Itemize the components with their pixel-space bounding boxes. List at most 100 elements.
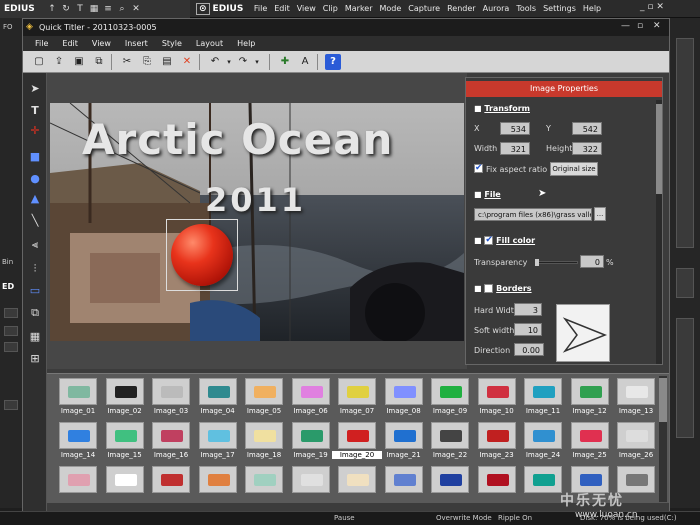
height-field[interactable]: 322 [572, 142, 602, 155]
browse-file-button[interactable]: ... [594, 207, 606, 221]
gallery-thumbnail[interactable] [570, 466, 609, 493]
help-button[interactable]: ? [325, 54, 341, 70]
gallery-thumbnail[interactable] [431, 422, 469, 449]
paste-icon[interactable]: ▤ [159, 54, 175, 70]
collapse-icon[interactable]: ■ [474, 190, 482, 199]
edius-menu-settings[interactable]: Settings [543, 4, 576, 13]
titler-menu-file[interactable]: File [35, 39, 48, 48]
gallery-thumbnail[interactable] [105, 378, 144, 405]
titler-menu-help[interactable]: Help [237, 39, 255, 48]
fill-color-checkbox[interactable] [484, 235, 494, 245]
list-icon[interactable]: ≡ [102, 3, 114, 15]
align-left-icon[interactable]: ⫷ [27, 237, 43, 253]
gallery-thumbnail[interactable] [384, 378, 423, 405]
arrange-icon[interactable]: ⧉ [27, 305, 43, 321]
edius-menu-aurora[interactable]: Aurora [483, 4, 510, 13]
gallery-thumbnail[interactable] [431, 466, 469, 493]
gallery-scrollbar[interactable] [659, 376, 667, 502]
select-arrow-icon[interactable]: ➤ [27, 81, 43, 97]
gallery-thumbnail[interactable] [338, 466, 376, 493]
gallery-thumbnail[interactable] [105, 466, 144, 493]
gallery-thumbnail[interactable] [198, 378, 237, 405]
borders-section-title[interactable]: ■ Borders [474, 284, 532, 293]
edius-window-controls[interactable]: _ ▫ ✕ [640, 2, 664, 12]
edius-menu-view[interactable]: View [297, 4, 316, 13]
gallery-thumbnail[interactable] [291, 378, 330, 405]
title-text-year[interactable]: 2011 [205, 181, 306, 219]
width-field[interactable]: 321 [500, 142, 530, 155]
gallery-scrollbar-thumb[interactable] [659, 378, 667, 422]
align-center-icon[interactable]: ⫶ [27, 261, 43, 277]
titler-menu-insert[interactable]: Insert [125, 39, 148, 48]
direction-field[interactable]: 0.00 [514, 343, 544, 356]
properties-scrollbar[interactable] [656, 100, 662, 364]
fill-color-section-title[interactable]: ■ Fill color [474, 235, 535, 245]
fix-aspect-checkbox[interactable] [474, 163, 483, 173]
gallery-thumbnail[interactable] [152, 378, 190, 405]
gallery-thumbnail[interactable] [291, 466, 330, 493]
line-tool-icon[interactable]: ╲ [27, 213, 43, 229]
original-size-button[interactable]: Original size [550, 162, 598, 176]
gallery-thumbnail[interactable] [384, 422, 423, 449]
effect-list[interactable] [676, 38, 694, 248]
track-button[interactable] [4, 308, 18, 318]
gallery-thumbnail[interactable] [524, 378, 562, 405]
properties-scrollbar-thumb[interactable] [656, 104, 662, 194]
minimize-icon[interactable]: — [621, 21, 630, 31]
transparency-slider-handle[interactable] [535, 259, 539, 266]
file-path-field[interactable]: c:\program files (x86)\grass valley [474, 208, 592, 221]
edius-menu-capture[interactable]: Capture [408, 4, 440, 13]
maximize-icon[interactable]: ▫ [637, 21, 643, 31]
edius-menu-edit[interactable]: Edit [274, 4, 290, 13]
track-button[interactable] [4, 326, 18, 336]
gallery-thumbnail[interactable] [245, 378, 283, 405]
track-button[interactable] [4, 400, 18, 410]
panel-button[interactable] [676, 268, 694, 298]
x-field[interactable]: 534 [500, 122, 530, 135]
gallery-thumbnail[interactable] [431, 378, 469, 405]
gallery-thumbnail[interactable] [477, 422, 516, 449]
transform-section-title[interactable]: ■ Transform [474, 104, 530, 113]
open-file-icon[interactable]: ⇪ [51, 54, 67, 70]
hard-width-field[interactable]: 3 [514, 303, 542, 316]
edius-menu-render[interactable]: Render [447, 4, 475, 13]
red-sphere-image[interactable] [171, 224, 233, 286]
redo-dropdown-icon[interactable]: ▾ [249, 54, 265, 70]
gallery-thumbnail[interactable] [524, 422, 562, 449]
edius-menu-mode[interactable]: Mode [380, 4, 402, 13]
copy-icon[interactable]: ⎘ [139, 54, 155, 70]
gallery-thumbnail[interactable] [59, 466, 97, 493]
gallery-thumbnail[interactable] [617, 422, 655, 449]
titler-menu-view[interactable]: View [92, 39, 111, 48]
edius-menu-clip[interactable]: Clip [323, 4, 338, 13]
layout-icon[interactable]: ▭ [27, 283, 43, 299]
collapse-icon[interactable]: ■ [474, 284, 482, 293]
gallery-thumbnail[interactable] [617, 378, 655, 405]
titler-menu-edit[interactable]: Edit [62, 39, 78, 48]
gallery-thumbnail[interactable] [477, 466, 516, 493]
gallery-thumbnail[interactable] [152, 466, 190, 493]
close-icon[interactable]: ✕ [653, 21, 661, 31]
triangle-tool-icon[interactable]: ▲ [27, 191, 43, 207]
gallery-thumbnail[interactable] [245, 466, 283, 493]
titler-canvas[interactable]: Arctic Ocean 2011 [47, 73, 467, 369]
save-icon[interactable]: ▣ [71, 54, 87, 70]
gallery-thumbnail[interactable] [570, 422, 609, 449]
edius-menu-marker[interactable]: Marker [345, 4, 373, 13]
gallery-thumbnail[interactable] [477, 378, 516, 405]
y-field[interactable]: 542 [572, 122, 602, 135]
direction-dial[interactable] [556, 304, 610, 362]
edius-menu-tools[interactable]: Tools [516, 4, 536, 13]
file-section-title[interactable]: ■ File [474, 190, 501, 199]
transparency-slider[interactable] [535, 259, 578, 266]
title-text-arctic-ocean[interactable]: Arctic Ocean [82, 115, 393, 164]
grid-icon[interactable]: ▦ [88, 3, 100, 15]
soft-width-field[interactable]: 10 [514, 323, 542, 336]
gallery-thumbnail[interactable] [524, 466, 562, 493]
cut-icon[interactable]: ✂ [119, 54, 135, 70]
gallery-thumbnail[interactable] [105, 422, 144, 449]
titler-menu-style[interactable]: Style [162, 39, 182, 48]
close-icon[interactable]: ✕ [130, 3, 142, 15]
gallery-thumbnail[interactable] [338, 422, 376, 449]
gallery-thumbnail[interactable] [384, 466, 423, 493]
